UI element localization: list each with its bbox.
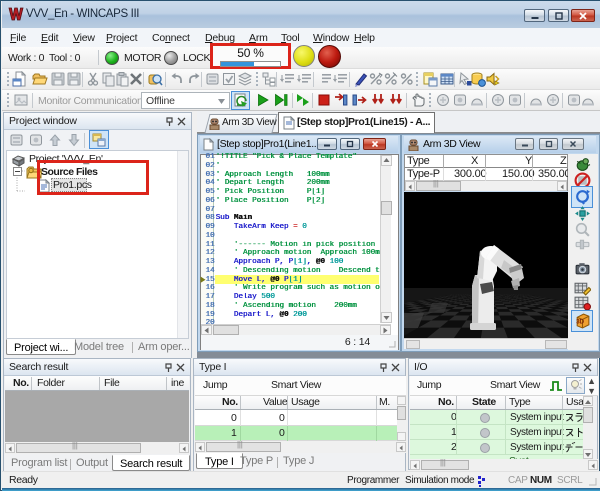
svg-text:3D: 3D bbox=[576, 319, 584, 326]
